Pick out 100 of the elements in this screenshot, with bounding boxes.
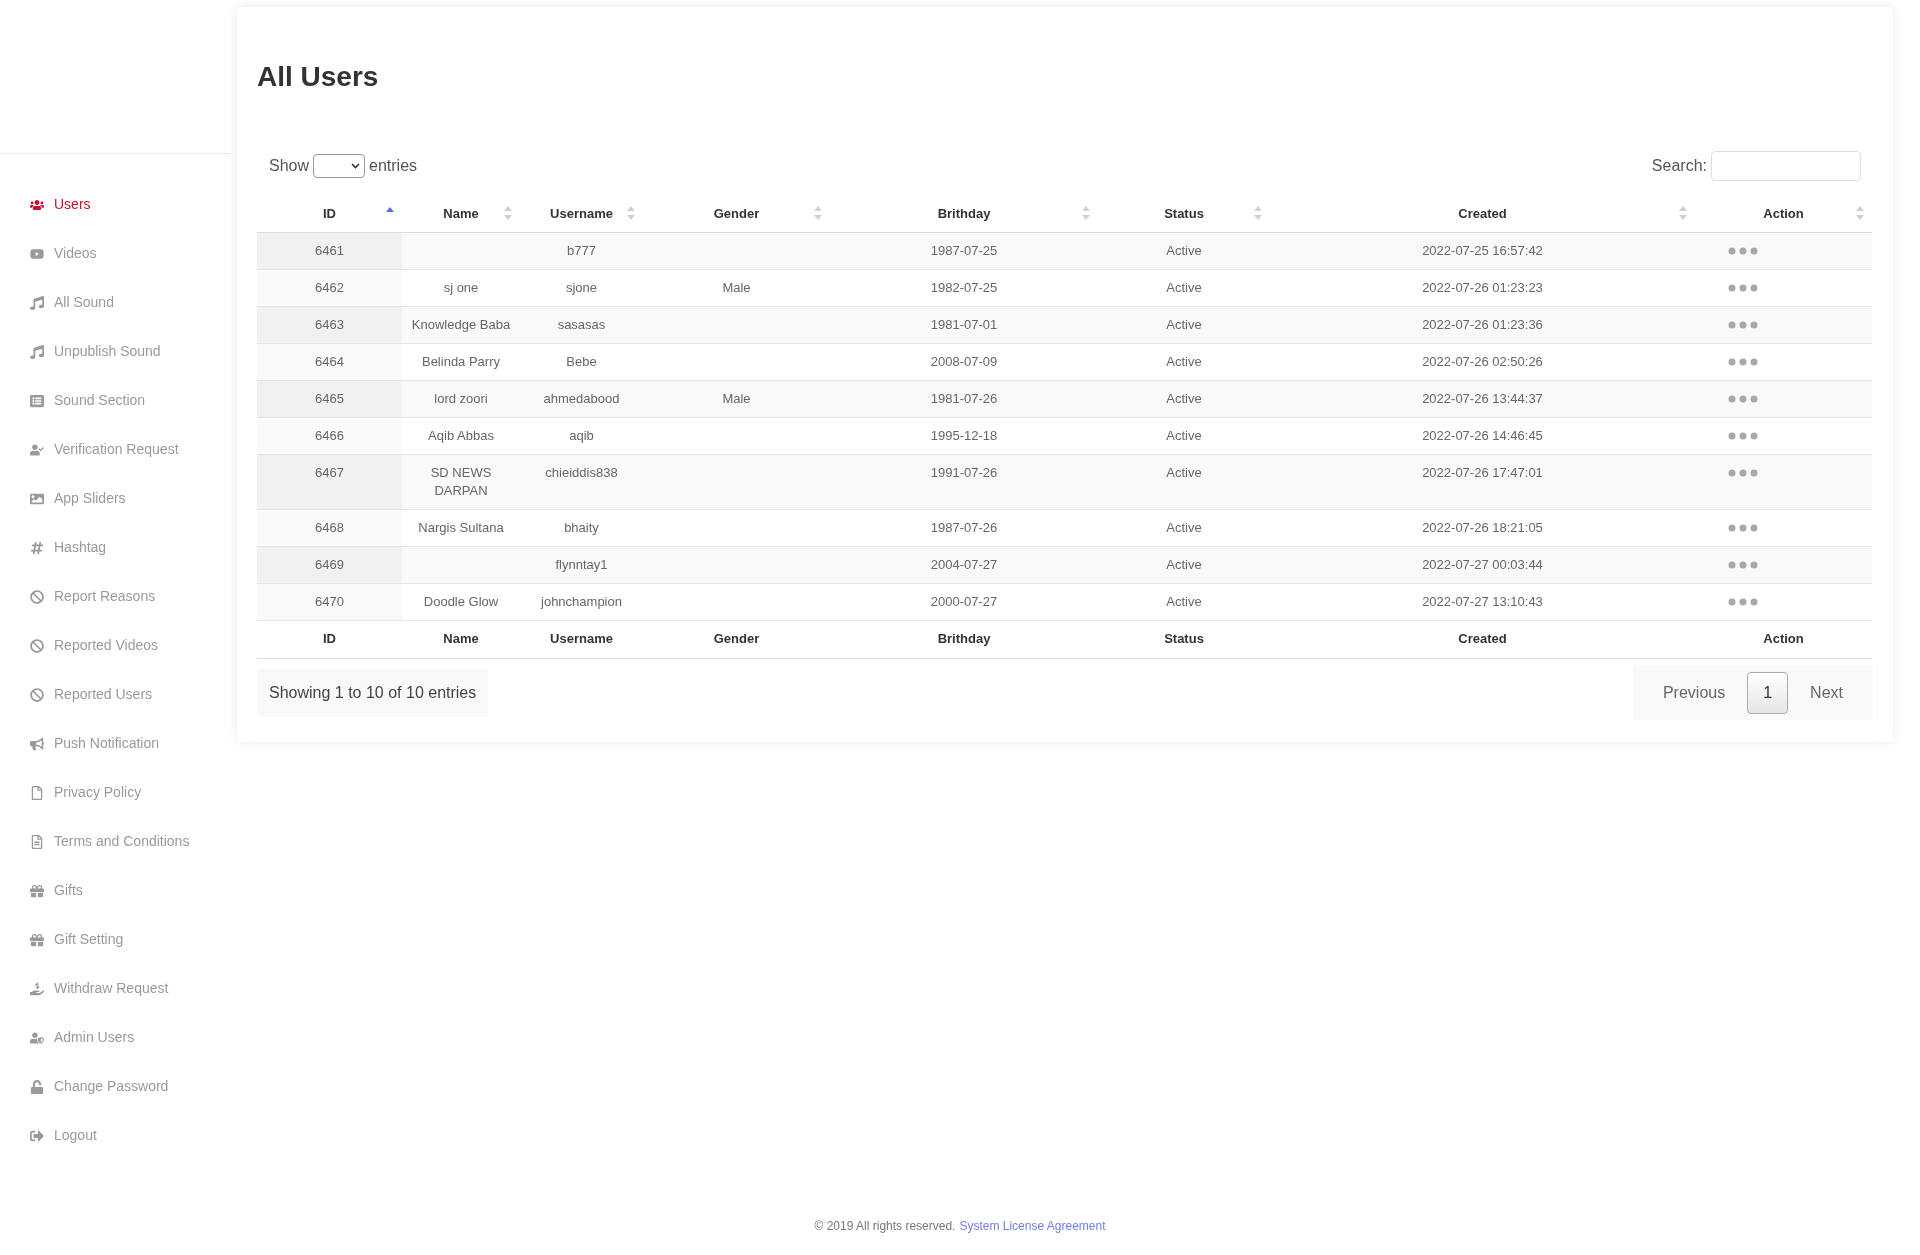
table-cell: 1987-07-26 <box>930 519 998 535</box>
next-button[interactable]: Next <box>1792 672 1861 713</box>
column-header[interactable]: Brithday <box>830 195 1098 232</box>
table-cell: 1995-12-18 <box>930 427 998 443</box>
table-cell: Male <box>722 279 751 295</box>
column-footer: Name <box>402 620 520 658</box>
table-cell: Aqib Abbas <box>428 427 494 443</box>
table-cell: aqib <box>569 427 594 443</box>
sidebar-item[interactable]: Admin Users <box>0 1013 230 1062</box>
unlock-icon <box>30 1079 44 1094</box>
table-cell: chieiddis838 <box>545 464 618 480</box>
table-cell: Active <box>1166 556 1202 572</box>
column-footer: Status <box>1098 620 1270 658</box>
entries-select[interactable] <box>313 154 366 178</box>
sidebar-item[interactable]: Reported Users <box>0 670 230 719</box>
ban-icon <box>30 687 44 702</box>
column-header[interactable]: Created <box>1270 195 1695 232</box>
table-cell: sjone <box>565 279 598 295</box>
table-cell: Active <box>1166 316 1202 332</box>
copyright-text: © 2019 All rights reserved. <box>814 1218 956 1235</box>
page-button[interactable]: 1 <box>1747 671 1789 714</box>
table-cell: 2008-07-09 <box>930 353 998 369</box>
column-footer: Action <box>1695 620 1872 658</box>
more-icon[interactable] <box>1728 320 1758 329</box>
show-label: Show <box>269 156 310 176</box>
column-header[interactable]: ID <box>257 195 402 232</box>
sidebar-item[interactable]: Logout <box>0 1111 230 1160</box>
sidebar-item[interactable]: Users <box>0 180 230 229</box>
gift-icon <box>30 932 44 947</box>
sidebar-item[interactable]: Verification Request <box>0 425 230 474</box>
column-header[interactable]: Status <box>1098 195 1270 232</box>
column-footer: ID <box>257 620 402 658</box>
table-cell: 2000-07-27 <box>930 593 998 609</box>
list-icon <box>30 393 44 408</box>
chevron-icon <box>351 163 361 169</box>
column-footer: Created <box>1270 620 1695 658</box>
table-cell: 2022-07-26 02:50:26 <box>1422 353 1543 369</box>
hashtag-icon <box>30 540 44 555</box>
table-cell: Belinda Parry <box>421 353 500 369</box>
table-cell: Nargis Sultana <box>418 519 504 535</box>
sidebar-item[interactable]: Gift Setting <box>0 915 230 964</box>
sidebar-item[interactable]: Terms and Conditions <box>0 817 230 866</box>
table-cell: 2022-07-27 13:10:43 <box>1422 593 1543 609</box>
more-icon[interactable] <box>1728 560 1758 569</box>
more-icon[interactable] <box>1728 357 1758 366</box>
sidebar-item[interactable]: Change Password <box>0 1062 230 1111</box>
sidebar-item[interactable]: App Sliders <box>0 474 230 523</box>
search-field[interactable] <box>1711 151 1861 181</box>
page-title: All Users <box>257 63 380 91</box>
table-cell: 2022-07-26 17:47:01 <box>1422 464 1543 480</box>
table-cell: Active <box>1166 242 1202 258</box>
more-icon[interactable] <box>1728 283 1758 292</box>
column-header[interactable]: Username <box>520 195 643 232</box>
license-link[interactable]: System License Agreement <box>959 1217 1106 1235</box>
sidebar-item[interactable]: Sound Section <box>0 376 230 425</box>
previous-button[interactable]: Previous <box>1644 672 1744 713</box>
table-cell: sasasas <box>557 316 606 332</box>
column-footer: Brithday <box>830 620 1098 658</box>
sidebar-item[interactable]: Hashtag <box>0 523 230 572</box>
table-cell: Active <box>1166 353 1202 369</box>
column-header[interactable]: Name <box>402 195 520 232</box>
sidebar-item[interactable]: Reported Videos <box>0 621 230 670</box>
table-cell: 1981-07-01 <box>930 316 998 332</box>
sidebar-item[interactable]: Gifts <box>0 866 230 915</box>
table-cell: 2022-07-26 14:46:45 <box>1422 427 1543 443</box>
table-cell: Male <box>722 390 751 406</box>
ban-icon <box>30 589 44 604</box>
sidebar-item[interactable]: Push Notification <box>0 719 230 768</box>
table-cell: 1981-07-26 <box>930 390 998 406</box>
more-icon[interactable] <box>1728 431 1758 440</box>
table-cell: Active <box>1166 519 1202 535</box>
sidebar-item[interactable]: Withdraw Request <box>0 964 230 1013</box>
user-check-icon <box>30 442 44 457</box>
document-icon <box>30 834 44 849</box>
table-info: Showing 1 to 10 of 10 entries <box>257 668 489 717</box>
sidebar-item[interactable]: Unpublish Sound <box>0 327 230 376</box>
table-cell: 6463 <box>315 316 344 332</box>
entries-label: entries <box>369 156 418 176</box>
more-icon[interactable] <box>1728 523 1758 532</box>
table-cell: 1987-07-25 <box>930 242 998 258</box>
sidebar-item[interactable]: All Sound <box>0 278 230 327</box>
table-cell: 6470 <box>315 593 344 609</box>
table-cell: 1991-07-26 <box>930 464 998 480</box>
column-header[interactable]: Gender <box>643 195 830 232</box>
more-icon[interactable] <box>1728 468 1758 477</box>
table-cell: 2022-07-26 13:44:37 <box>1422 390 1543 406</box>
table-cell: bhaity <box>564 519 599 535</box>
table-cell: b777 <box>567 242 596 258</box>
table-cell: 6462 <box>315 279 344 295</box>
sidebar-item[interactable]: Videos <box>0 229 230 278</box>
more-icon[interactable] <box>1728 597 1758 606</box>
table-cell: sj one <box>443 279 479 295</box>
more-icon[interactable] <box>1728 394 1758 403</box>
column-header[interactable]: Action <box>1695 195 1872 232</box>
sidebar-item[interactable]: Report Reasons <box>0 572 230 621</box>
table-cell: 6467 <box>315 464 344 480</box>
sidebar-item[interactable]: Privacy Policy <box>0 768 230 817</box>
megaphone-icon <box>30 736 44 751</box>
ban-icon <box>30 638 44 653</box>
more-icon[interactable] <box>1728 246 1758 255</box>
